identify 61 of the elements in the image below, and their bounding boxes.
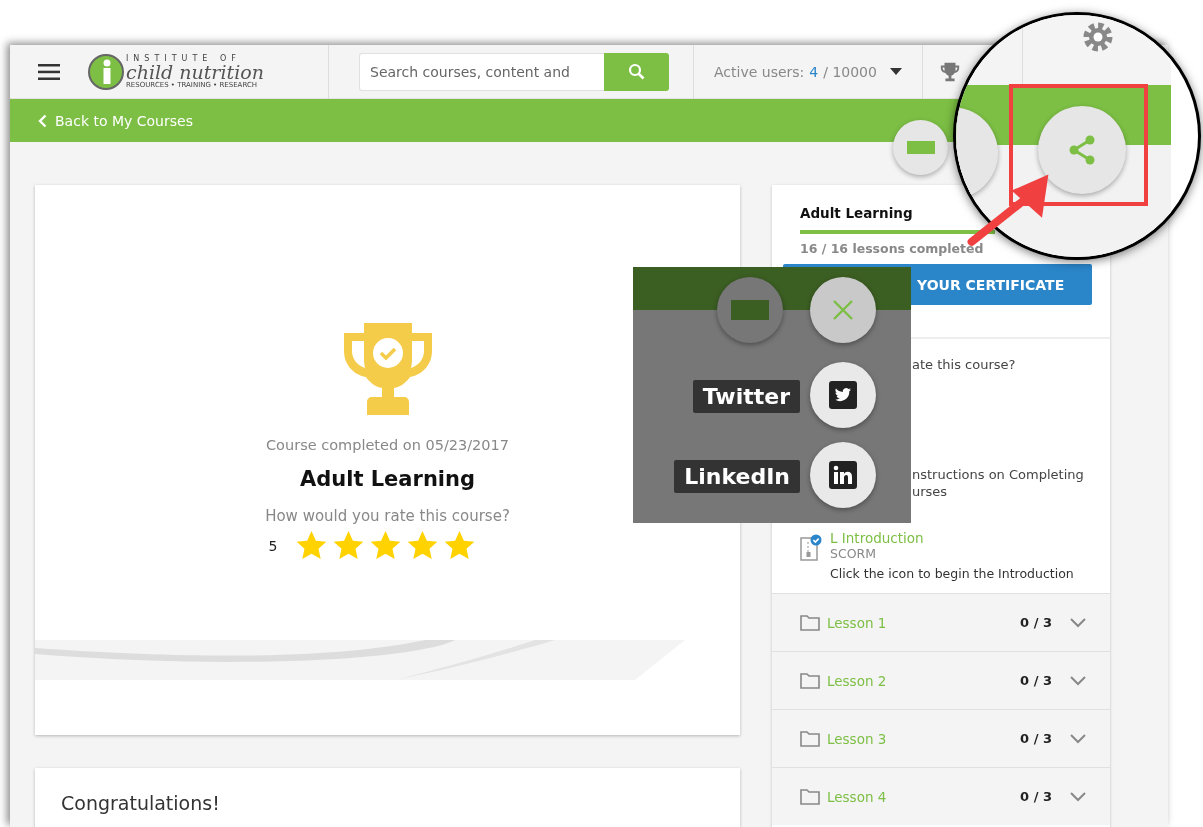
folder-icon bbox=[800, 788, 820, 805]
folder-icon bbox=[800, 614, 820, 631]
caret-icon[interactable] bbox=[889, 68, 902, 75]
instructions-link[interactable]: urses bbox=[912, 483, 1110, 500]
toggle-button[interactable] bbox=[717, 277, 783, 343]
settings-icon[interactable] bbox=[1081, 20, 1115, 54]
scorm-file-icon[interactable] bbox=[800, 534, 822, 562]
chevron-icon[interactable] bbox=[1070, 733, 1086, 744]
close-button[interactable] bbox=[810, 277, 876, 343]
lesson-row[interactable]: Lesson 3 0 / 3 bbox=[772, 709, 1110, 767]
share-label: LinkedIn bbox=[674, 460, 800, 493]
lesson-count: 0 / 3 bbox=[1020, 789, 1052, 804]
close-icon bbox=[832, 299, 854, 321]
progress-text: 16 / 16 lessons completed bbox=[800, 241, 985, 256]
trophy-icon[interactable] bbox=[938, 60, 961, 83]
star-icon[interactable] bbox=[369, 529, 403, 562]
share-button[interactable] bbox=[810, 362, 876, 428]
chevron-icon[interactable] bbox=[1070, 791, 1086, 802]
lesson-row[interactable]: Lesson 1 0 / 3 bbox=[772, 593, 1110, 651]
star-icon[interactable] bbox=[332, 529, 366, 562]
linkedin-icon bbox=[829, 461, 857, 489]
star-icon[interactable] bbox=[443, 529, 477, 562]
intro-description: Click the icon to begin the Introduction bbox=[830, 566, 1074, 581]
share-button[interactable] bbox=[810, 442, 876, 508]
search-button[interactable] bbox=[604, 52, 669, 91]
outline-title: Adult Learning bbox=[800, 205, 914, 221]
lesson-count: 0 / 3 bbox=[1020, 673, 1052, 688]
search-icon bbox=[627, 62, 646, 81]
lesson-title: Lesson 3 bbox=[827, 730, 888, 747]
menu-icon[interactable] bbox=[38, 63, 60, 80]
lesson-title: Lesson 4 bbox=[827, 788, 888, 805]
share-label: Twitter bbox=[692, 380, 800, 413]
lesson-count: 0 / 3 bbox=[1020, 615, 1052, 630]
instructions-link[interactable]: nstructions on Completing bbox=[912, 466, 1110, 483]
rating-prompt: How would you rate this course? bbox=[265, 507, 510, 525]
lesson-count: 0 / 3 bbox=[1020, 731, 1052, 746]
active-users-count: 4 bbox=[809, 63, 819, 80]
folder-icon bbox=[800, 672, 820, 689]
active-users-total: / 10000 bbox=[823, 63, 877, 80]
search-field[interactable]: Search courses, content and bbox=[359, 52, 604, 91]
rating-question: ate this course? bbox=[912, 357, 1017, 372]
chevron-icon[interactable] bbox=[1070, 675, 1086, 686]
logo-title: child nutrition bbox=[126, 62, 264, 82]
intro-type: SCORM bbox=[830, 546, 877, 561]
active-users-label: Active users: bbox=[714, 63, 805, 80]
course-title: Adult Learning bbox=[299, 467, 476, 491]
lesson-row[interactable]: Lesson 4 0 / 3 bbox=[772, 767, 1110, 825]
logo-caption: INSTITUTE OF bbox=[126, 54, 242, 63]
logo-icon bbox=[88, 53, 124, 90]
completion-date: Course completed on 05/23/2017 bbox=[266, 437, 509, 453]
lesson-title: Lesson 1 bbox=[827, 614, 888, 631]
lesson-title: Lesson 2 bbox=[827, 672, 888, 689]
rating-value: 5 bbox=[268, 537, 278, 554]
twitter-icon bbox=[829, 381, 857, 409]
congratulations-title: Congratulations! bbox=[61, 792, 221, 814]
lesson-row[interactable]: Lesson 2 0 / 3 bbox=[772, 651, 1110, 709]
star-icon[interactable] bbox=[295, 529, 329, 562]
folder-icon bbox=[800, 730, 820, 747]
chevron-left-icon bbox=[38, 113, 47, 128]
star-icon[interactable] bbox=[406, 529, 440, 562]
chevron-icon[interactable] bbox=[1070, 617, 1086, 628]
